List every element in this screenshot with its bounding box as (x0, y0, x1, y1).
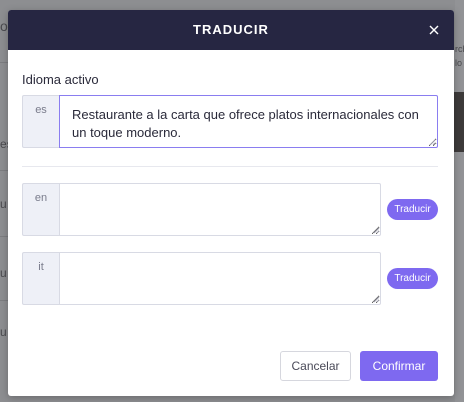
language-code-it: it (22, 252, 59, 305)
translate-button-it[interactable]: Traducir (387, 268, 438, 289)
active-language-textarea[interactable]: Restaurante a la carta que ofrece platos… (59, 95, 438, 148)
translation-textarea-en[interactable] (59, 183, 381, 236)
modal-header: TRADUCIR (8, 10, 454, 50)
background-text: u (0, 325, 7, 339)
resize-grip-icon[interactable] (373, 227, 380, 234)
active-language-row: es Restaurante a la carta que ofrece pla… (22, 95, 438, 148)
background-text: o (0, 18, 8, 34)
resize-grip-icon[interactable] (429, 139, 436, 146)
language-row-en: en (22, 183, 382, 236)
section-divider (22, 166, 438, 167)
translate-button-en[interactable]: Traducir (387, 199, 438, 220)
background-text: u (0, 197, 7, 211)
cancel-button[interactable]: Cancelar (280, 351, 351, 381)
background-text: u (0, 266, 7, 280)
close-icon-glyph (429, 25, 439, 35)
resize-grip-icon[interactable] (373, 296, 380, 303)
translation-textarea-it[interactable] (59, 252, 381, 305)
translate-modal: TRADUCIR Idioma activo es Restaurante a … (8, 10, 454, 396)
language-row-it: it (22, 252, 382, 305)
confirm-button[interactable]: Confirmar (360, 351, 438, 381)
close-icon[interactable] (426, 22, 442, 38)
modal-title: TRADUCIR (193, 22, 269, 37)
language-code-en: en (22, 183, 59, 236)
background-text: rch (455, 44, 464, 54)
background-text: lo (455, 58, 463, 68)
section-label-active-language: Idioma activo (22, 72, 99, 87)
language-code-es: es (22, 95, 59, 148)
